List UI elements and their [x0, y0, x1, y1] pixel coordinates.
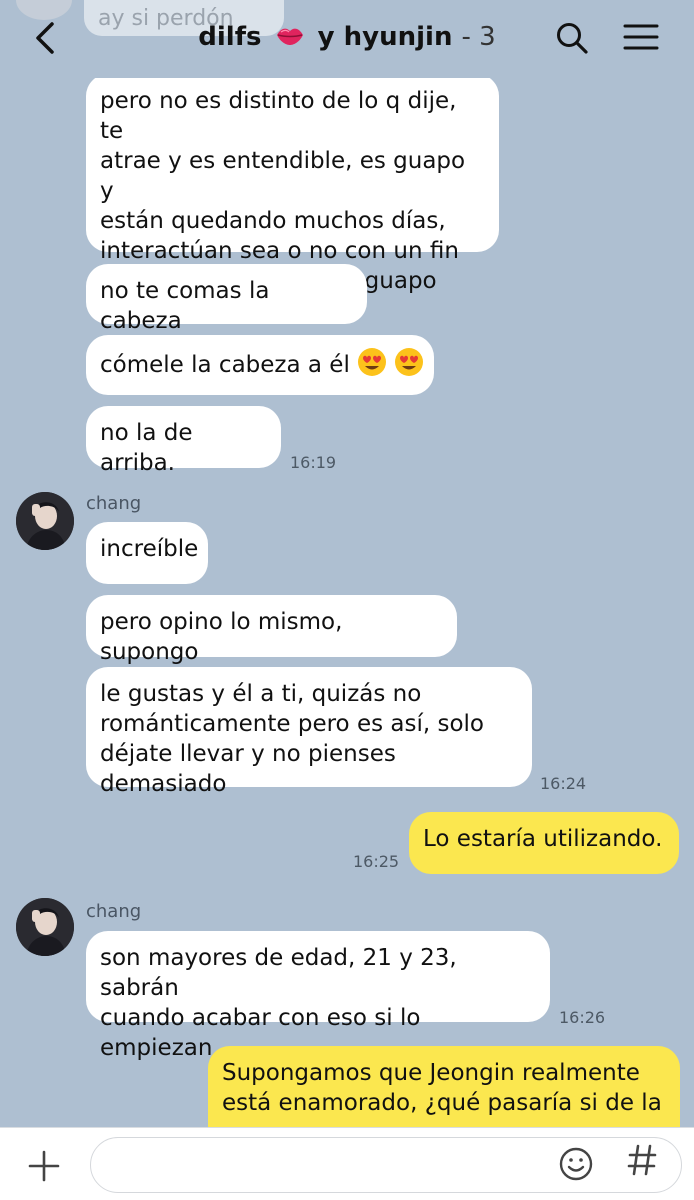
search-button[interactable] [554, 20, 590, 56]
message-bubble[interactable]: pero no es distinto de lo q dije, te atr… [86, 74, 499, 294]
profile-photo-icon [16, 898, 74, 956]
sender-name: chang [86, 901, 142, 922]
member-count: - 3 [461, 22, 496, 52]
message-input-bar [0, 1127, 694, 1200]
message-text: le gustas y él a ti, quizás no romántica… [100, 681, 484, 797]
message-text: pero opino lo mismo, supongo [100, 609, 343, 665]
avatar[interactable] [16, 492, 74, 550]
message-bubble[interactable]: le gustas y él a ti, quizás no romántica… [86, 667, 532, 797]
previous-avatar [16, 0, 72, 20]
emoji-button[interactable] [558, 1146, 594, 1182]
chat-title-left: dilfs [198, 22, 262, 52]
my-message-bubble[interactable]: Lo estaría utilizando. [409, 812, 679, 874]
message-text: Supongamos que Jeongin realmente está en… [222, 1060, 662, 1116]
plus-icon [28, 1150, 60, 1182]
message-bubble[interactable]: increíble [86, 522, 208, 584]
message-text: increíble [100, 536, 199, 562]
message-bubble[interactable]: son mayores de edad, 21 y 23, sabrán cua… [86, 931, 550, 1061]
heart-eyes-icon [358, 348, 387, 376]
message-timestamp: 16:26 [559, 1008, 606, 1027]
profile-photo-icon [16, 492, 74, 550]
kiss-mark-icon [276, 28, 303, 45]
avatar[interactable] [16, 898, 74, 956]
add-attachment-button[interactable] [26, 1148, 62, 1184]
message-bubble[interactable]: cómele la cabeza a él [86, 335, 434, 395]
hashtag-icon [627, 1144, 657, 1176]
chat-title-right: y hyunjin [317, 22, 453, 52]
menu-button[interactable] [622, 20, 660, 54]
smiley-icon [559, 1147, 593, 1181]
message-timestamp: 16:25 [353, 852, 400, 871]
message-text: no te comas la cabeza [100, 278, 270, 334]
message-text: son mayores de edad, 21 y 23, sabrán cua… [100, 945, 457, 1061]
message-timestamp: 16:19 [290, 453, 337, 472]
heart-eyes-icon [395, 348, 424, 376]
search-icon [557, 23, 588, 54]
hamburger-menu-icon [623, 24, 659, 50]
sender-name: chang [86, 493, 142, 514]
message-timestamp: 16:24 [540, 774, 587, 793]
hashtag-button[interactable] [624, 1142, 660, 1182]
message-text: Lo estaría utilizando. [423, 826, 663, 852]
chat-header: ay si perdón dilfs y hyunjin - 3 [0, 0, 694, 78]
message-text: no la de arriba. [100, 420, 193, 476]
message-text: cómele la cabeza a él [100, 352, 350, 378]
message-bubble[interactable]: no te comas la cabeza [86, 264, 367, 334]
message-bubble[interactable]: pero opino lo mismo, supongo [86, 595, 457, 665]
message-bubble[interactable]: no la de arriba. [86, 406, 281, 476]
